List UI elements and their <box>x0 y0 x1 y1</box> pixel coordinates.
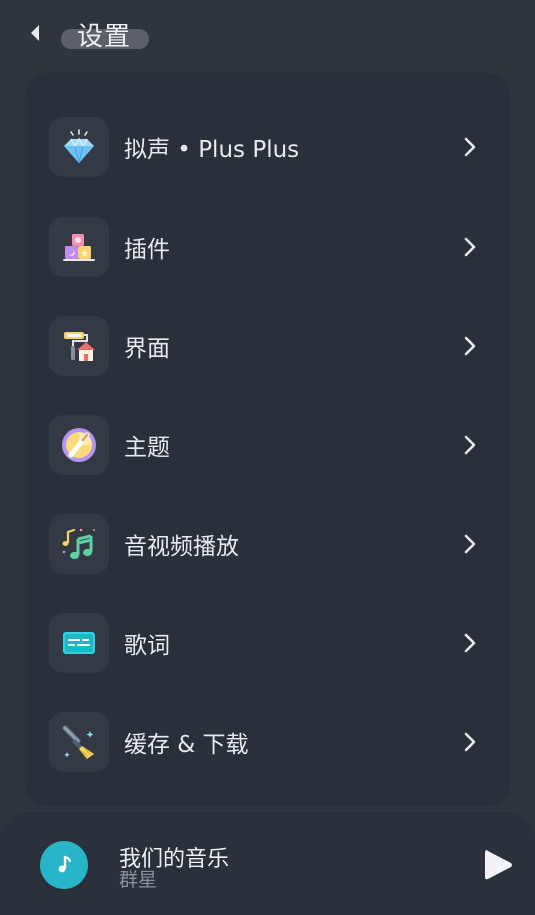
icon-tile <box>49 415 109 475</box>
settings-card: 拟声 • Plus Plus 插件 界面 主题 音视频播放 歌词 缓存 & 下载 <box>25 73 510 806</box>
settings-item-label: 拟声 • Plus Plus <box>124 137 300 163</box>
chevron-right-icon <box>461 433 479 457</box>
settings-item-theme[interactable]: 主题 <box>25 400 510 490</box>
chevron-right-icon <box>461 631 479 655</box>
chevron-right-icon <box>461 235 479 259</box>
settings-item-label: 音视频播放 <box>124 534 239 560</box>
settings-item-plugins[interactable]: 插件 <box>25 202 510 292</box>
icon-tile <box>49 613 109 673</box>
icon-tile <box>49 316 109 376</box>
album-art[interactable] <box>40 841 88 889</box>
chevron-right-icon <box>461 730 479 754</box>
blocks-icon <box>63 234 95 261</box>
chevron-right-icon <box>461 532 479 556</box>
settings-item-playback[interactable]: 音视频播放 <box>25 499 510 589</box>
header: 设置 <box>0 0 535 70</box>
settings-item-lyrics[interactable]: 歌词 <box>25 598 510 688</box>
settings-item-label: 主题 <box>124 435 170 461</box>
settings-item-label: 界面 <box>124 336 170 362</box>
music-note-icon <box>58 855 72 873</box>
mini-player[interactable]: 我们的音乐 群星 <box>0 812 535 915</box>
icon-tile <box>49 712 109 772</box>
settings-item-interface[interactable]: 界面 <box>25 301 510 391</box>
back-arrow-icon <box>31 25 39 41</box>
icon-tile <box>49 117 109 177</box>
icon-tile <box>49 514 109 574</box>
paint-roller-house-icon <box>64 332 95 361</box>
settings-item-plus[interactable]: 拟声 • Plus Plus <box>25 102 510 192</box>
diamond-icon <box>64 129 94 164</box>
lyrics-screen-icon <box>63 632 95 654</box>
page-title-wrap: 设置 <box>61 15 149 53</box>
chevron-right-icon <box>461 334 479 358</box>
settings-item-label: 歌词 <box>124 633 170 659</box>
song-artist: 群星 <box>119 869 158 891</box>
back-button[interactable] <box>20 18 50 48</box>
settings-item-label: 缓存 & 下载 <box>124 732 249 758</box>
page-title: 设置 <box>77 21 132 52</box>
theme-palette-icon <box>62 428 96 462</box>
play-icon <box>485 850 512 880</box>
broom-icon <box>62 725 94 759</box>
icon-tile <box>49 217 109 277</box>
play-button[interactable] <box>478 845 518 885</box>
settings-item-cache-download[interactable]: 缓存 & 下载 <box>25 697 510 787</box>
chevron-right-icon <box>461 135 479 159</box>
settings-item-label: 插件 <box>124 237 170 263</box>
music-notes-icon <box>62 528 95 560</box>
